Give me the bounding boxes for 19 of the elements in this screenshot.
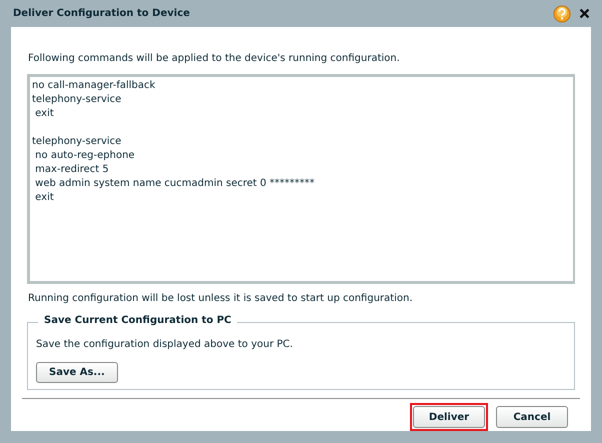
save-description: Save the configuration displayed above to your PC. [36, 339, 293, 350]
command-line: web admin system name cucmadmin secret 0 ********* [34, 177, 316, 191]
intro-text: Following commands will be applied to the device's running configuration. [28, 53, 401, 64]
dialog-title: Deliver Configuration to Device [13, 8, 191, 19]
commands-text-area[interactable]: no call-manager-fallback telephony-service exit telephony-service no auto-reg-ephone max-redirect 5 web admin system name cucmadmin secret 0 ********* exit [27, 74, 575, 284]
group-legend: Save Current Configuration to PC [38, 315, 238, 326]
command-line: max-redirect 5 [34, 163, 110, 177]
save-as-button[interactable]: Save As... [36, 362, 118, 383]
command-line: no auto-reg-ephone [34, 149, 136, 163]
command-line: telephony-service [32, 93, 122, 107]
close-icon[interactable] [579, 8, 590, 19]
dialog-button[interactable]: Cancel [496, 406, 568, 428]
help-icon[interactable] [553, 4, 571, 22]
command-line: exit [34, 191, 55, 205]
dialog-button[interactable]: Deliver [413, 406, 485, 428]
command-line: exit [34, 107, 55, 121]
command-line: no call-manager-fallback [32, 79, 156, 93]
warning-text: Running configuration will be lost unless it is saved to start up configuration. [28, 293, 414, 304]
command-line: telephony-service [32, 135, 122, 149]
